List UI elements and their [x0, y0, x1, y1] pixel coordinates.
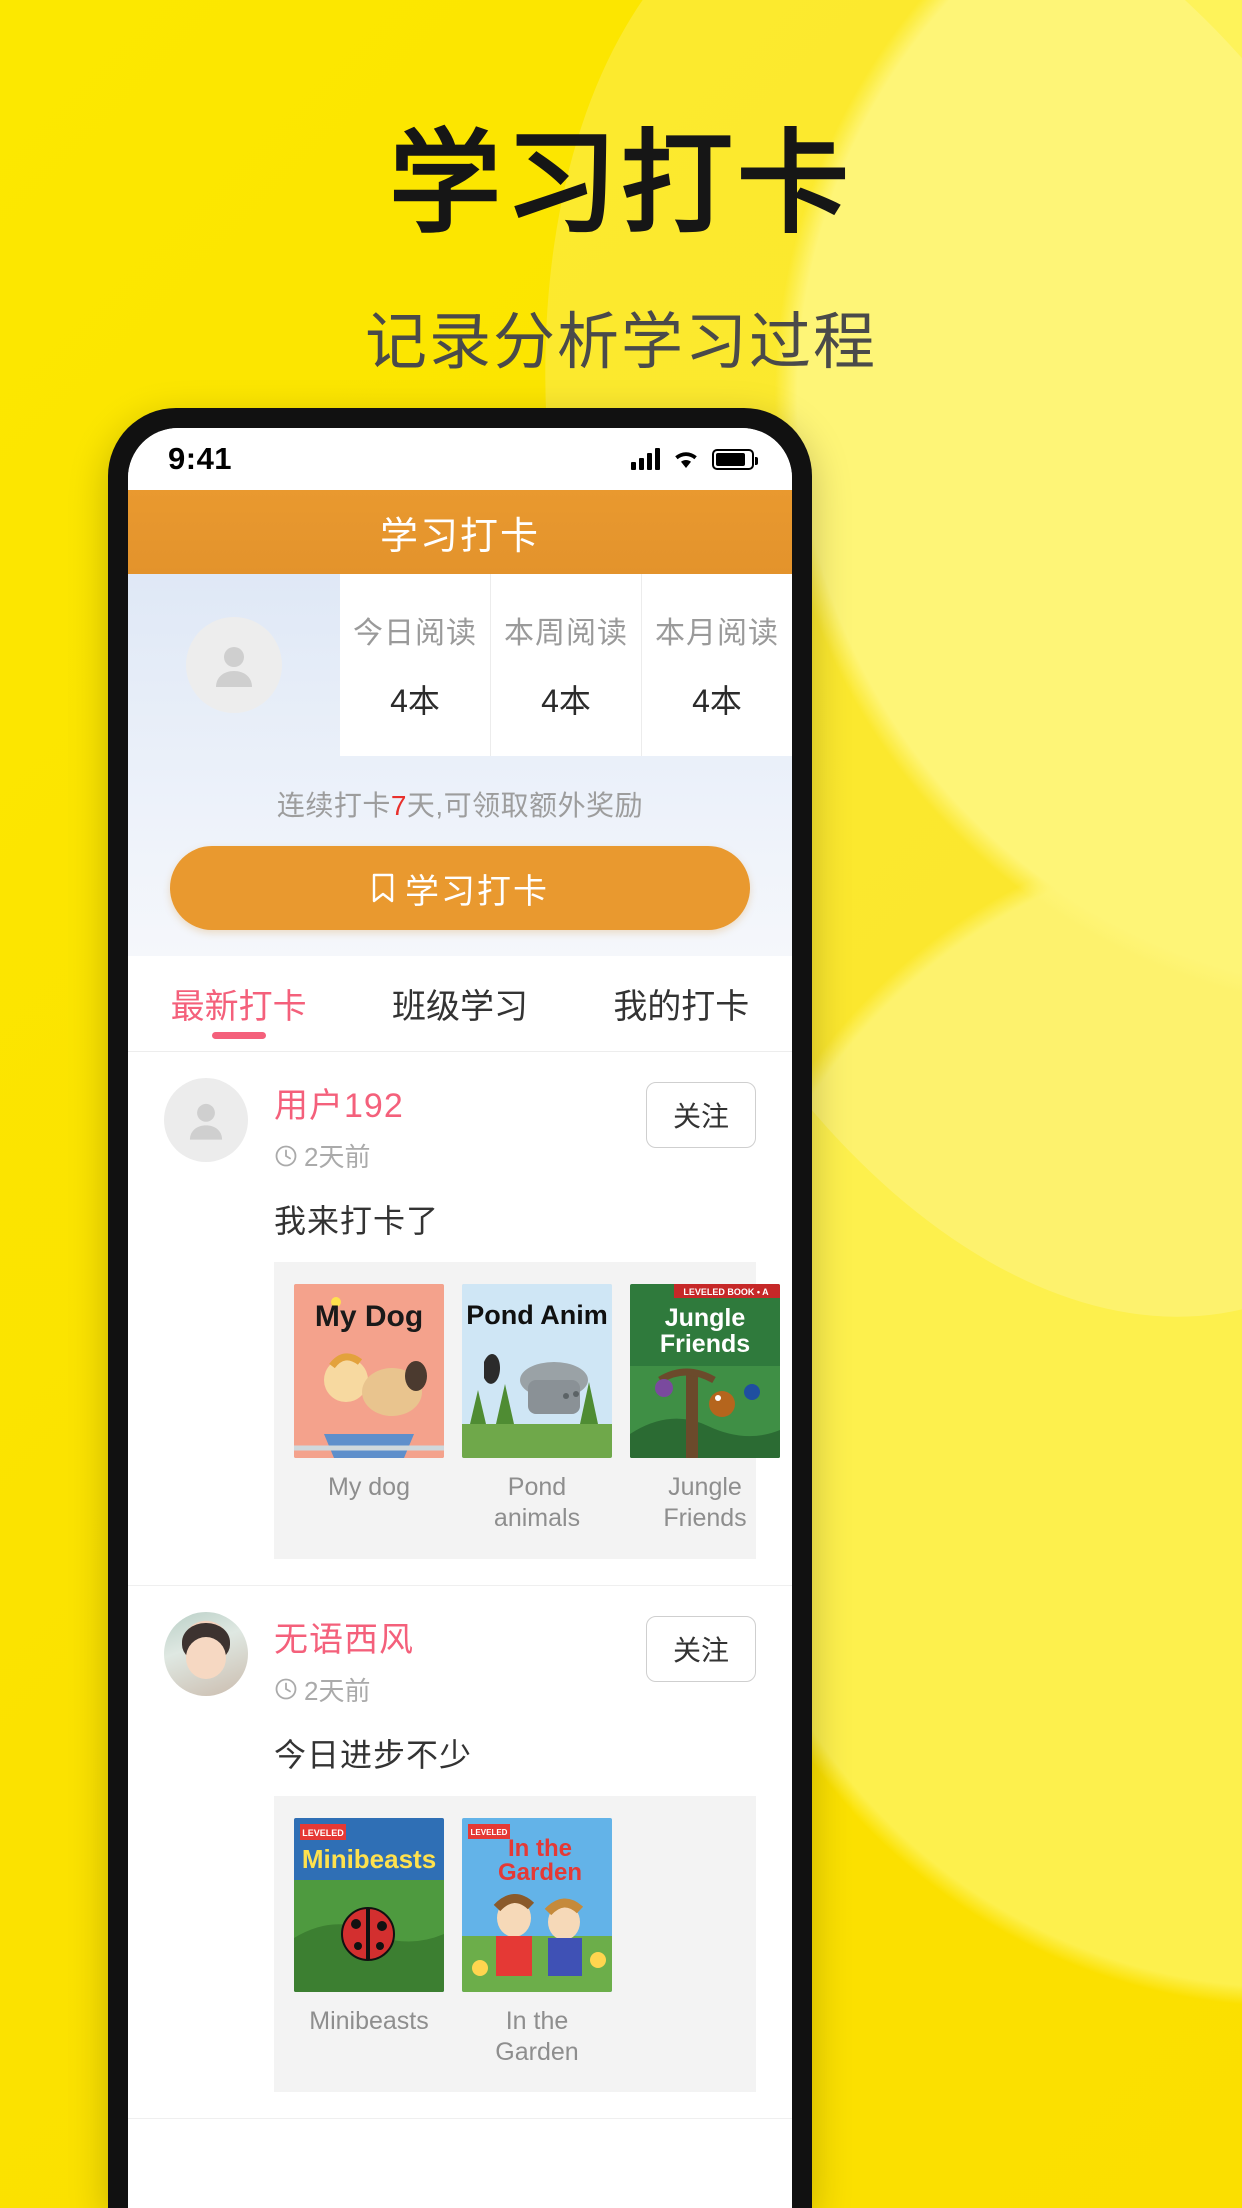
book-item[interactable]: My Dog My dog [294, 1284, 444, 1535]
book-item[interactable]: LEVELED Minibeasts Minibeasts [294, 1817, 444, 2069]
book-list: My Dog My dog Pond Anim Pond animals LEV… [274, 1262, 780, 1559]
svg-text:In the: In the [508, 1835, 572, 1862]
post-time-label: 2天前 [304, 1675, 371, 1706]
app-title: 学习打卡 [379, 515, 540, 558]
post-header: 用户192 2天前 关注 [164, 1078, 756, 1174]
user-avatar-icon [186, 617, 282, 713]
stat-value: 4本 [541, 683, 591, 719]
stat-month[interactable]: 本月阅读 4本 [642, 574, 792, 756]
list-item[interactable]: 用户192 2天前 关注 我来打卡了 My Dog My dog Pond An… [128, 1052, 792, 1586]
svg-text:LEVELED: LEVELED [471, 1828, 508, 1837]
post-meta: 用户192 2天前 [274, 1078, 646, 1174]
battery-icon [712, 448, 758, 470]
streak-suffix: 天,可领取额外奖励 [406, 790, 644, 821]
clock-icon [275, 1145, 297, 1166]
page-title: 学习打卡 [389, 121, 853, 246]
book-title: In the Garden [495, 2006, 579, 2066]
cellular-bars-icon [631, 448, 660, 470]
book-title: Minibeasts [309, 2006, 429, 2035]
phone-screen: 9:41 学习打卡 今日阅读 4本 本周阅读 4本 本月阅读 4本 连续打卡7天… [128, 428, 792, 2208]
feed-list: 用户192 2天前 关注 我来打卡了 My Dog My dog Pond An… [128, 1052, 792, 2119]
profile-avatar-cell[interactable] [128, 574, 340, 756]
stat-week[interactable]: 本周阅读 4本 [491, 574, 642, 756]
post-text: 我来打卡了 [274, 1203, 440, 1239]
status-time: 9:41 [168, 441, 233, 476]
book-cover-my-dog: My Dog [294, 1284, 444, 1458]
svg-text:Jungle: Jungle [665, 1304, 746, 1332]
stat-cards: 今日阅读 4本 本周阅读 4本 本月阅读 4本 [340, 574, 792, 756]
svg-text:LEVELED: LEVELED [302, 1828, 344, 1838]
tab-label: 我的打卡 [613, 988, 750, 1026]
clock-icon [275, 1678, 297, 1700]
post-header: 无语西风 2天前 关注 [164, 1611, 756, 1708]
app-header: 学习打卡 [128, 490, 792, 574]
list-item[interactable]: 无语西风 2天前 关注 今日进步不少 LEVELED Minibeasts Mi… [128, 1586, 792, 2119]
book-title: Pond animals [493, 1473, 581, 1533]
stat-label: 今日阅读 [353, 617, 477, 650]
follow-button[interactable]: 关注 [645, 1082, 756, 1148]
book-cover-pond-animals: Pond Anim [462, 1284, 612, 1458]
post-time: 2天前 [274, 1671, 646, 1708]
book-item[interactable]: Pond Anim Pond animals [462, 1284, 612, 1535]
stat-today[interactable]: 今日阅读 4本 [340, 574, 491, 756]
user-avatar-icon [189, 1103, 223, 1140]
book-cover-minibeasts: LEVELED Minibeasts [294, 1817, 444, 1992]
wifi-icon [672, 448, 700, 470]
tab-class-study[interactable]: 班级学习 [349, 956, 570, 1051]
svg-text:Minibeasts: Minibeasts [302, 1844, 436, 1874]
stat-label: 本周阅读 [504, 617, 628, 650]
status-bar: 9:41 [128, 428, 792, 490]
svg-text:Garden: Garden [498, 1859, 582, 1886]
book-list: LEVELED Minibeasts Minibeasts LEVELED In… [274, 1795, 756, 2092]
svg-text:LEVELED BOOK • A: LEVELED BOOK • A [683, 1287, 769, 1297]
streak-days: 7 [390, 790, 407, 821]
summary-panel: 今日阅读 4本 本周阅读 4本 本月阅读 4本 连续打卡7天,可领取额外奖励 学… [128, 574, 792, 956]
tab-latest-checkin[interactable]: 最新打卡 [128, 956, 349, 1051]
phone-mockup: 9:41 学习打卡 今日阅读 4本 本周阅读 4本 本月阅读 4本 连续打卡7天… [108, 408, 812, 2208]
post-meta: 无语西风 2天前 [274, 1612, 646, 1708]
checkin-button[interactable]: 学习打卡 [170, 846, 750, 930]
post-text: 今日进步不少 [274, 1736, 473, 1773]
page-subtitle: 记录分析学习过程 [364, 307, 877, 377]
svg-text:Pond Anim: Pond Anim [466, 1300, 608, 1330]
streak-text: 连续打卡7天,可领取额外奖励 [128, 756, 792, 846]
svg-text:My Dog: My Dog [315, 1300, 423, 1333]
stat-value: 4本 [692, 683, 742, 719]
status-icons [631, 448, 758, 470]
stats-row: 今日阅读 4本 本周阅读 4本 本月阅读 4本 [128, 574, 792, 756]
feed-tabs: 最新打卡 班级学习 我的打卡 [128, 956, 792, 1052]
hero-section: 学习打卡 记录分析学习过程 [0, 0, 1242, 381]
stat-value: 4本 [390, 683, 440, 719]
book-item[interactable]: LEVELED BOOK • A Jungle Friends Jungle F… [630, 1284, 780, 1535]
book-title: My dog [328, 1473, 410, 1501]
streak-prefix: 连续打卡 [276, 790, 391, 821]
book-title: Jungle Friends [663, 1473, 747, 1533]
svg-text:Friends: Friends [660, 1330, 750, 1358]
bookmark-icon [372, 873, 394, 903]
post-time-label: 2天前 [304, 1142, 371, 1172]
tab-label: 最新打卡 [170, 988, 307, 1026]
post-author[interactable]: 无语西风 [274, 1612, 646, 1661]
stat-label: 本月阅读 [655, 617, 779, 650]
avatar[interactable] [164, 1078, 248, 1162]
post-time: 2天前 [274, 1137, 646, 1174]
tab-label: 班级学习 [391, 988, 528, 1026]
book-item[interactable]: LEVELED In the Garden In the Garden [462, 1817, 612, 2069]
avatar[interactable] [164, 1611, 248, 1696]
book-cover-in-the-garden: LEVELED In the Garden [462, 1817, 612, 1992]
post-author[interactable]: 用户192 [274, 1078, 646, 1127]
checkin-button-label: 学习打卡 [405, 872, 549, 911]
book-cover-jungle-friends: LEVELED BOOK • A Jungle Friends [630, 1284, 780, 1458]
tab-my-checkin[interactable]: 我的打卡 [571, 956, 792, 1051]
follow-button[interactable]: 关注 [645, 1615, 756, 1682]
